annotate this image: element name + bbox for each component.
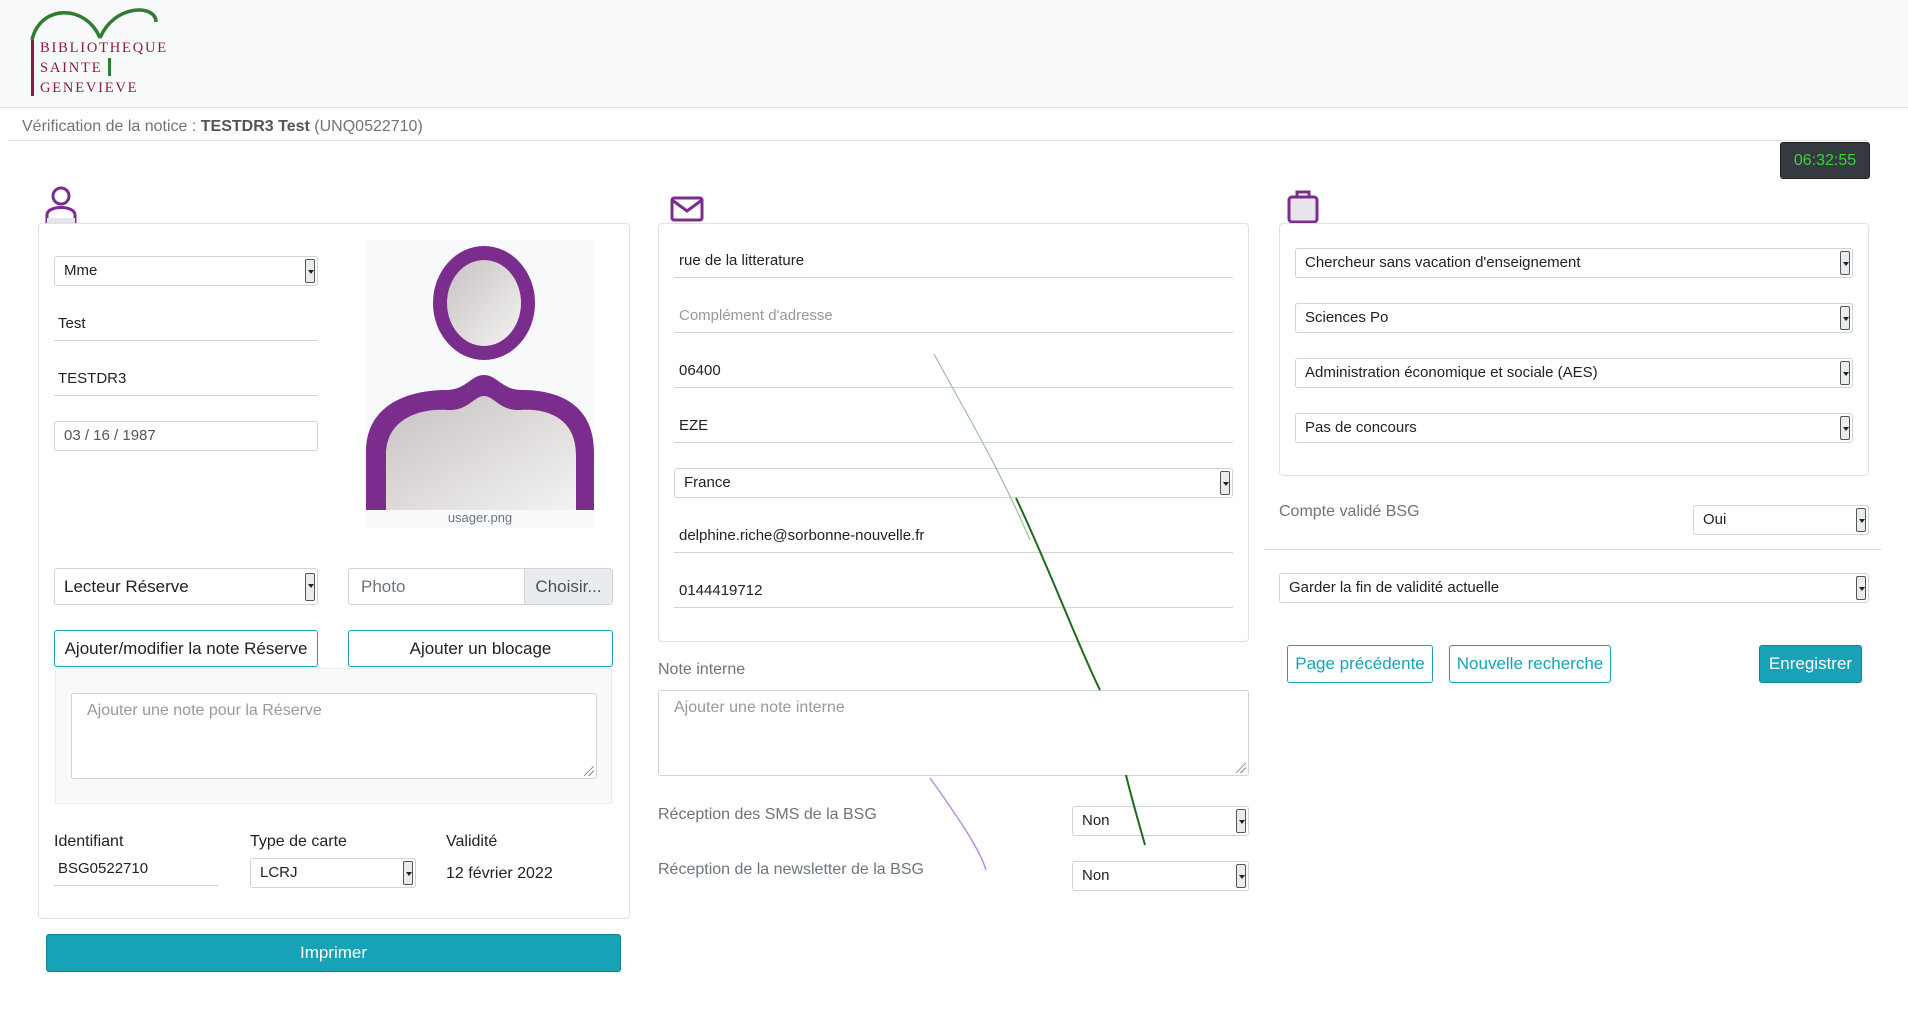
- reserve-note-area: Ajouter une note pour la Réserve: [55, 668, 612, 804]
- exam-select[interactable]: Pas de concours: [1295, 413, 1853, 443]
- reserve-note-placeholder: Ajouter une note pour la Réserve: [87, 702, 322, 719]
- internal-note-placeholder: Ajouter une note interne: [674, 699, 845, 716]
- reader-type-value: Lecteur Réserve: [64, 577, 189, 596]
- photo-file-input[interactable]: Photo Choisir...: [348, 568, 613, 605]
- print-button[interactable]: Imprimer: [46, 934, 621, 972]
- briefcase-icon: [1287, 190, 1319, 224]
- validity-label: Validité: [446, 833, 498, 850]
- chevron-down-icon: [1236, 864, 1246, 888]
- category-value: Chercheur sans vacation d'enseignement: [1305, 254, 1581, 271]
- session-timer: 06:32:55: [1780, 142, 1870, 179]
- previous-page-button[interactable]: Page précédente: [1287, 645, 1433, 683]
- internal-note-label: Note interne: [658, 661, 746, 678]
- divider: [1264, 549, 1882, 550]
- discipline-value: Administration économique et sociale (AE…: [1305, 364, 1598, 381]
- bsg-logo[interactable]: BIBLIOTHEQUE SAINTE GENEVIEVE: [26, 6, 166, 102]
- identifier-input[interactable]: BSG0522710: [54, 854, 218, 886]
- photo-file-placeholder: Photo: [361, 577, 406, 596]
- institution-select[interactable]: Sciences Po: [1295, 303, 1853, 333]
- chevron-down-icon: [1220, 471, 1230, 495]
- validity-option-value: Garder la fin de validité actuelle: [1289, 579, 1500, 596]
- notice-heading: Vérification de la notice : TESTDR3 Test…: [22, 118, 423, 136]
- divider: [8, 140, 1868, 141]
- photo-caption: usager.png: [447, 510, 513, 525]
- logo-text-line: GENEVIEVE: [40, 80, 139, 96]
- choose-file-button[interactable]: Choisir...: [524, 569, 612, 604]
- chevron-down-icon: [1856, 576, 1866, 600]
- chevron-down-icon: [1236, 809, 1246, 833]
- account-validated-value: Oui: [1703, 511, 1727, 528]
- notice-name: TESTDR3 Test: [200, 118, 310, 135]
- discipline-select[interactable]: Administration économique et sociale (AE…: [1295, 358, 1853, 388]
- chevron-down-icon: [305, 259, 315, 283]
- envelope-icon: [670, 196, 704, 222]
- account-validated-label: Compte validé BSG: [1279, 503, 1420, 520]
- exam-value: Pas de concours: [1305, 419, 1417, 436]
- validity-value: 12 février 2022: [446, 865, 553, 882]
- card-type-value: LCRJ: [260, 864, 298, 881]
- newsletter-label: Réception de la newsletter de la BSG: [658, 861, 924, 878]
- last-name-input[interactable]: TESTDR3: [54, 364, 318, 396]
- notice-id: (UNQ0522710): [314, 118, 423, 135]
- resize-handle-icon[interactable]: [1236, 763, 1246, 773]
- address-complement-input[interactable]: Complément d'adresse: [674, 301, 1233, 333]
- notice-prefix: Vérification de la notice :: [22, 118, 201, 135]
- chevron-down-icon: [1856, 508, 1866, 532]
- reader-type-select[interactable]: Lecteur Réserve: [54, 568, 318, 605]
- reserve-note-textarea[interactable]: Ajouter une note pour la Réserve: [71, 693, 597, 779]
- category-select[interactable]: Chercheur sans vacation d'enseignement: [1295, 248, 1853, 278]
- sms-label: Réception des SMS de la BSG: [658, 806, 877, 823]
- photo-frame: usager.png: [366, 240, 594, 528]
- reserve-note-button[interactable]: Ajouter/modifier la note Réserve: [54, 630, 318, 667]
- user-avatar-icon: [366, 246, 594, 510]
- save-button[interactable]: Enregistrer: [1759, 645, 1862, 683]
- street-input[interactable]: rue de la litterature: [674, 246, 1233, 278]
- birth-date-input[interactable]: 03 / 16 / 1987: [54, 421, 318, 451]
- country-value: France: [684, 474, 731, 491]
- account-validated-select[interactable]: Oui: [1693, 505, 1869, 535]
- new-search-button[interactable]: Nouvelle recherche: [1449, 645, 1611, 683]
- chevron-down-icon: [305, 573, 315, 601]
- validity-option-select[interactable]: Garder la fin de validité actuelle: [1279, 573, 1869, 603]
- header-bar: [0, 0, 1908, 108]
- first-name-input[interactable]: Test: [54, 309, 318, 341]
- chevron-down-icon: [1840, 306, 1850, 330]
- card-type-label: Type de carte: [250, 833, 347, 850]
- resize-handle-icon[interactable]: [584, 766, 594, 776]
- civility-select[interactable]: Mme: [54, 256, 318, 286]
- identifier-label: Identifiant: [54, 833, 124, 850]
- logo-text-line: SAINTE: [40, 60, 103, 76]
- chevron-down-icon: [1840, 361, 1850, 385]
- civility-value: Mme: [64, 262, 98, 279]
- logo-text-line: BIBLIOTHEQUE: [40, 40, 168, 56]
- user-icon: [45, 186, 77, 225]
- institution-value: Sciences Po: [1305, 309, 1389, 326]
- chevron-down-icon: [1840, 251, 1850, 275]
- add-block-button[interactable]: Ajouter un blocage: [348, 630, 613, 667]
- chevron-down-icon: [1840, 416, 1850, 440]
- decorative-stroke: [929, 353, 1146, 871]
- chevron-down-icon: [403, 861, 413, 885]
- card-type-select[interactable]: LCRJ: [250, 858, 416, 888]
